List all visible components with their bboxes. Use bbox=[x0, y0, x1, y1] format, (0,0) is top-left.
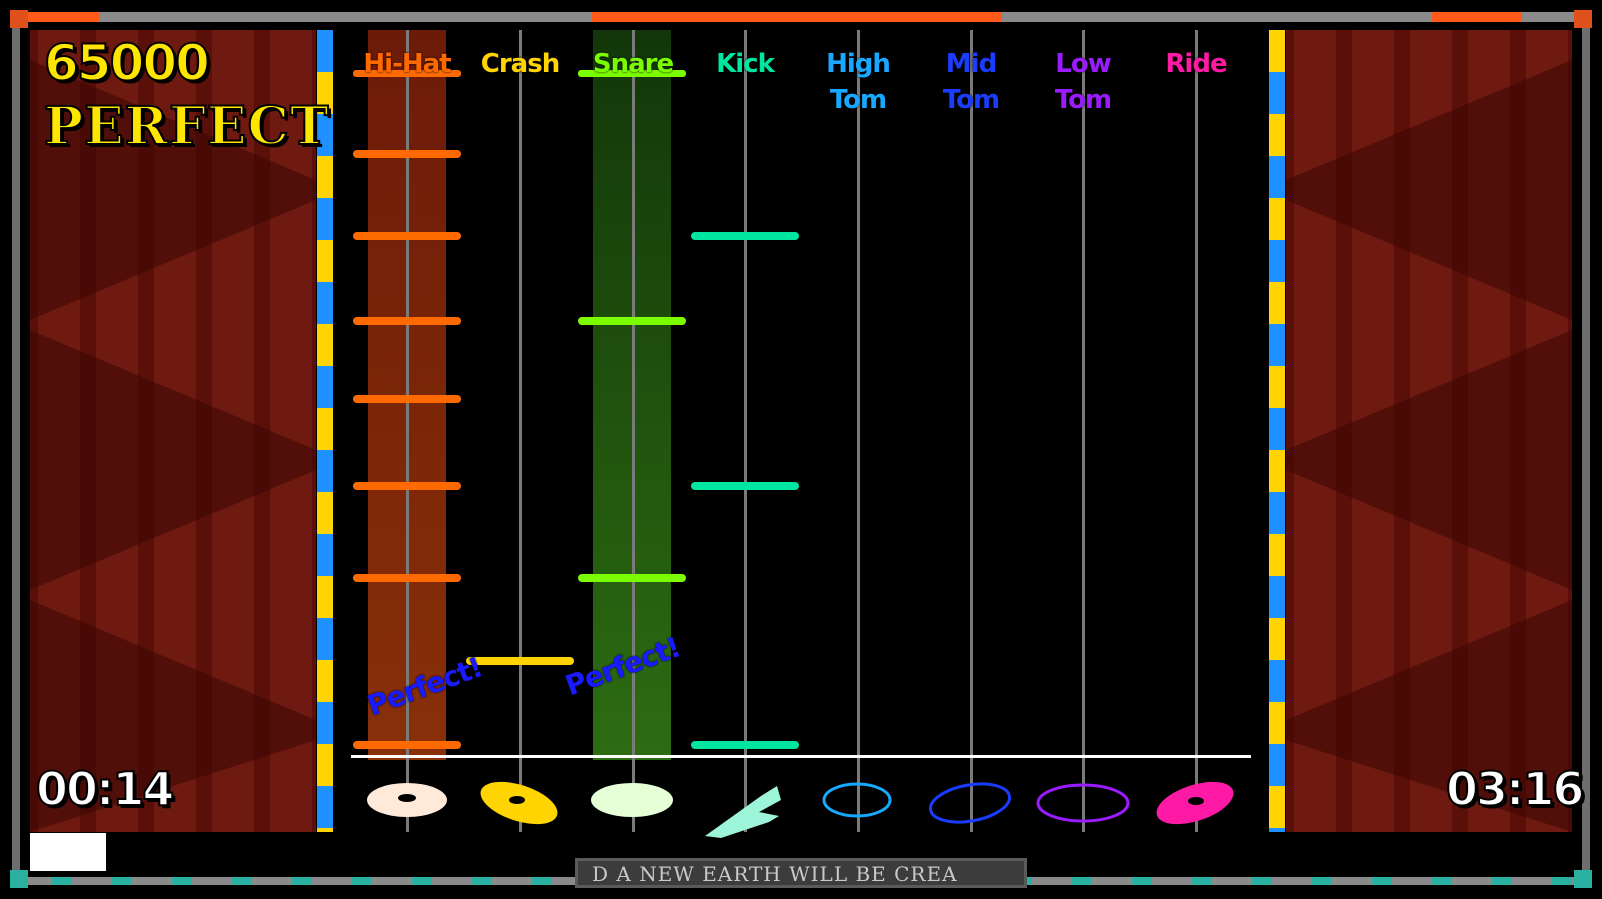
arch-pattern-right bbox=[1286, 60, 1572, 832]
note-hihat bbox=[353, 741, 461, 749]
note-kick bbox=[691, 232, 799, 240]
lane-label-hihat: Hi-Hat bbox=[363, 49, 451, 79]
lane-line-low-tom bbox=[1082, 30, 1085, 832]
note-hihat bbox=[353, 317, 461, 325]
note-snare bbox=[578, 574, 686, 582]
note-highway: Hi-Hat Crash Snare Kick High Tom Mid Tom… bbox=[335, 30, 1269, 838]
crash-cymbal-icon bbox=[480, 781, 558, 825]
note-hihat bbox=[353, 232, 461, 240]
frame-corner-bottom-right bbox=[1574, 870, 1592, 888]
frame-left-border bbox=[12, 12, 20, 885]
frame-corner-top-right bbox=[1574, 10, 1592, 28]
mid-tom-icon bbox=[928, 782, 1012, 824]
frame-right-border bbox=[1582, 12, 1590, 885]
progress-indicator-box bbox=[30, 833, 106, 871]
lane-line-mid-tom bbox=[970, 30, 973, 832]
frame-corner-bottom-left bbox=[10, 870, 28, 888]
lane-label-snare: Snare bbox=[592, 49, 674, 79]
snare-drum-icon bbox=[591, 783, 673, 817]
hit-line bbox=[351, 755, 1251, 758]
lyrics-text: D A NEW EARTH WILL BE CREA bbox=[592, 862, 958, 886]
lane-line-high-tom bbox=[857, 30, 860, 832]
lane-label-crash: Crash bbox=[480, 49, 560, 79]
note-snare bbox=[578, 317, 686, 325]
hihat-cymbal-icon bbox=[367, 783, 447, 817]
lane-label-low-tom: Low Tom bbox=[1054, 49, 1112, 115]
lane-line-snare bbox=[632, 30, 635, 832]
note-hihat bbox=[353, 574, 461, 582]
high-tom-icon bbox=[822, 782, 892, 818]
lane-label-kick: Kick bbox=[716, 49, 775, 79]
lane-line-crash bbox=[519, 30, 522, 832]
kick-pedal-icon bbox=[705, 786, 781, 838]
frame-corner-top-left bbox=[10, 10, 28, 28]
note-crash bbox=[466, 657, 574, 665]
performance-rating: PERFECT bbox=[43, 95, 330, 158]
right-background-panel bbox=[1286, 30, 1572, 832]
lane-line-ride bbox=[1195, 30, 1198, 832]
elapsed-time: 00:14 bbox=[35, 761, 175, 817]
low-tom-icon bbox=[1036, 783, 1130, 823]
lane-label-high-tom: High Tom bbox=[826, 49, 891, 115]
frame-top-border bbox=[12, 12, 1590, 22]
lane-label-ride: Ride bbox=[1165, 49, 1227, 79]
lane-line-kick bbox=[744, 30, 747, 832]
note-hihat bbox=[353, 395, 461, 403]
note-kick bbox=[691, 482, 799, 490]
note-kick bbox=[691, 741, 799, 749]
total-time: 03:16 bbox=[1445, 761, 1585, 817]
right-stripe-border bbox=[1269, 30, 1285, 832]
note-hihat bbox=[353, 482, 461, 490]
ride-cymbal-icon bbox=[1156, 781, 1234, 825]
score-counter: 65000 bbox=[43, 33, 211, 93]
note-hihat bbox=[353, 150, 461, 158]
lane-label-mid-tom: Mid Tom bbox=[942, 49, 1000, 115]
lyrics-marquee: D A NEW EARTH WILL BE CREA bbox=[575, 858, 1027, 888]
